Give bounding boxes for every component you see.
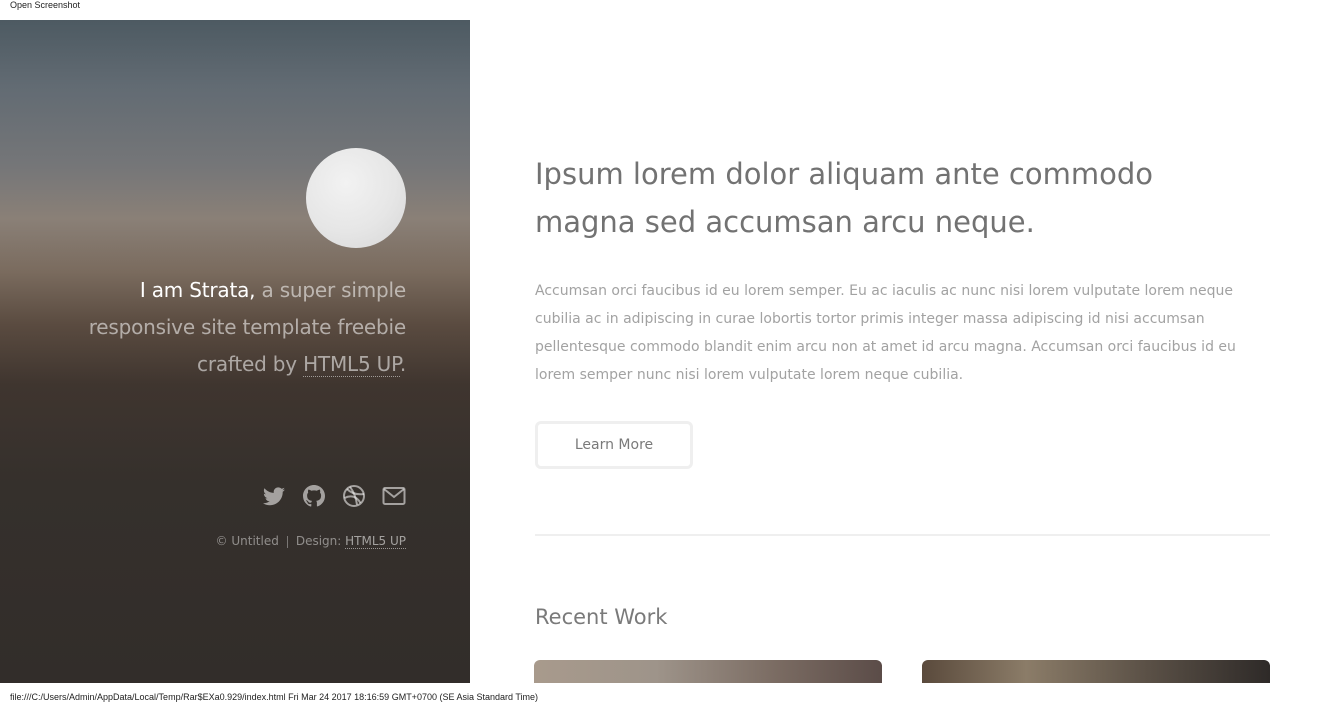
page-title-line-2: magna sed accumsan arcu neque. — [535, 205, 1035, 239]
divider — [286, 535, 288, 548]
work-thumbnail-1[interactable] — [534, 660, 882, 683]
intro-text: I am Strata, a super simple responsive s… — [40, 272, 406, 383]
envelope-icon[interactable] — [382, 484, 406, 512]
twitter-icon[interactable] — [262, 484, 286, 512]
window-title-bar: Open Screenshot — [0, 0, 1343, 20]
intro-strong: I am Strata, — [139, 278, 256, 302]
design-link[interactable]: HTML5 UP — [345, 534, 406, 549]
github-icon[interactable] — [302, 484, 326, 512]
page-title-line-1: Ipsum lorem dolor aliquam ante commodo — [535, 157, 1153, 191]
copyright-text: © Untitled — [215, 534, 279, 548]
section-divider — [535, 534, 1270, 536]
html5up-link[interactable]: HTML5 UP — [303, 352, 400, 377]
avatar — [306, 148, 406, 248]
social-icons — [250, 484, 406, 512]
sidebar-header: I am Strata, a super simple responsive s… — [0, 20, 470, 683]
design-label: Design: — [295, 534, 346, 548]
window-title: Open Screenshot — [10, 0, 81, 10]
status-path: file:///C:/Users/Admin/AppData/Local/Tem… — [10, 692, 539, 702]
recent-work-title: Recent Work — [535, 605, 668, 629]
copyright-line: © Untitled Design: HTML5 UP — [150, 532, 406, 550]
intro-end: . — [399, 352, 406, 376]
work-thumbnail-2[interactable] — [922, 660, 1270, 683]
status-bar: file:///C:/Users/Admin/AppData/Local/Tem… — [0, 683, 1343, 703]
intro-paragraph: Accumsan orci faucibus id eu lorem sempe… — [535, 283, 1236, 383]
dribbble-icon[interactable] — [342, 484, 366, 512]
learn-more-button[interactable]: Learn More — [535, 421, 693, 469]
page-title: Ipsum lorem dolor aliquam ante commodo m… — [535, 150, 1175, 246]
